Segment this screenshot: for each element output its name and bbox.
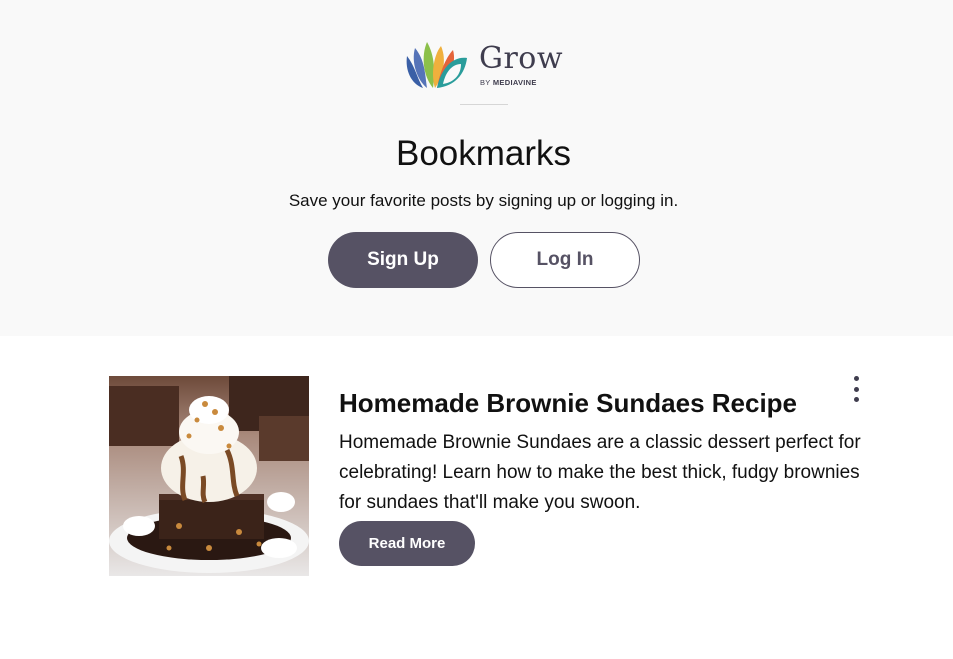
more-options-icon[interactable] bbox=[846, 374, 866, 404]
grow-logo: Grow BY MEDIAVINE bbox=[403, 40, 568, 90]
read-more-button[interactable]: Read More bbox=[339, 521, 475, 566]
kebab-dot bbox=[853, 397, 859, 402]
page-title: Bookmarks bbox=[395, 134, 572, 173]
bookmark-title[interactable]: Homemade Brownie Sundaes Recipe bbox=[339, 386, 839, 420]
log-in-button[interactable]: Log In bbox=[490, 232, 640, 288]
bookmarks-header: Grow BY MEDIAVINE Bookmarks Save your fa… bbox=[0, 0, 953, 336]
brownie-sundae-image bbox=[109, 376, 309, 576]
bookmark-thumbnail[interactable] bbox=[109, 376, 309, 576]
logo-wordmark: Grow bbox=[479, 41, 564, 76]
kebab-dot bbox=[853, 376, 859, 381]
logo-byline-prefix: BY bbox=[480, 78, 491, 87]
logo-byline: BY MEDIAVINE bbox=[480, 78, 537, 87]
grow-lotus-icon bbox=[406, 42, 467, 88]
page-subtitle: Save your favorite posts by signing up o… bbox=[288, 191, 679, 210]
header-divider bbox=[460, 104, 508, 105]
logo-byline-brand: MEDIAVINE bbox=[492, 78, 537, 87]
sign-up-button[interactable]: Sign Up bbox=[328, 232, 478, 288]
kebab-dot bbox=[853, 386, 859, 392]
bookmark-description: Homemade Brownie Sundaes are a classic d… bbox=[339, 432, 861, 513]
